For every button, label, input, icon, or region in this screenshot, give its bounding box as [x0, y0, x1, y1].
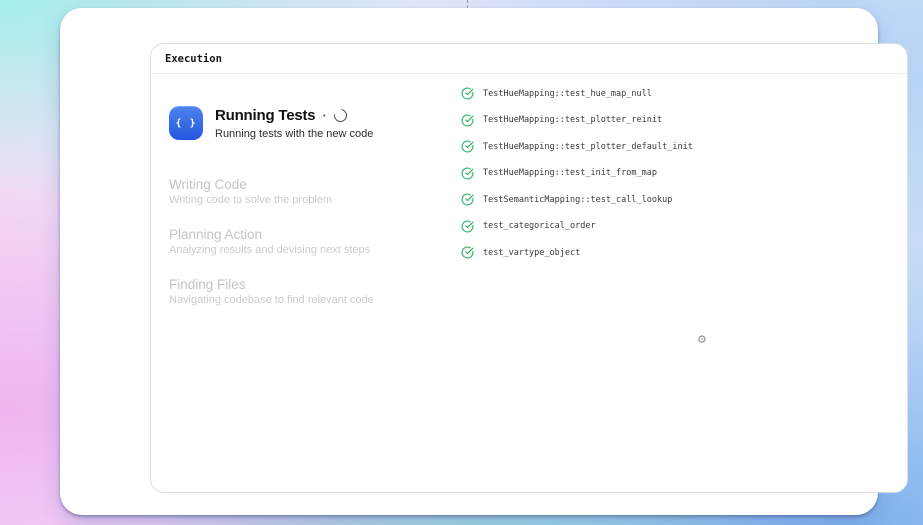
step-finding-files: Finding Files Navigating codebase to fin…	[169, 277, 461, 308]
step-writing-code: Writing Code Writing code to solve the p…	[169, 177, 461, 208]
test-name: TestHueMapping::test_plotter_default_ini…	[483, 142, 693, 152]
app-window: Execution { } Running Tests · Running te…	[60, 8, 878, 515]
step-planning-action: Planning Action Analyzing results and de…	[169, 227, 461, 258]
braces-icon: { }	[169, 106, 203, 140]
desktop-background: Execution { } Running Tests · Running te…	[0, 0, 923, 525]
check-circle-icon	[461, 167, 474, 180]
step-description: Navigating codebase to find relevant cod…	[169, 293, 461, 308]
execution-panel: Execution { } Running Tests · Running te…	[150, 43, 908, 493]
active-step-title: Running Tests	[215, 107, 315, 124]
test-name: TestSemanticMapping::test_call_lookup	[483, 195, 672, 205]
test-row: TestSemanticMapping::test_call_lookup	[461, 193, 891, 207]
panel-title: Execution	[151, 44, 907, 74]
active-step-description: Running tests with the new code	[215, 128, 373, 140]
test-name: TestHueMapping::test_hue_map_null	[483, 89, 652, 99]
test-row: test_categorical_order	[461, 220, 891, 234]
check-circle-icon	[461, 114, 474, 127]
test-row: TestHueMapping::test_plotter_reinit	[461, 114, 891, 128]
active-step-text: Running Tests · Running tests with the n…	[215, 106, 373, 140]
test-row: test_vartype_object	[461, 246, 891, 260]
step-title: Planning Action	[169, 227, 461, 243]
gear-cursor-icon: ⚙	[697, 333, 707, 346]
steps-column: { } Running Tests · Running tests with t…	[169, 106, 461, 327]
test-name: test_categorical_order	[483, 221, 596, 231]
step-title: Finding Files	[169, 277, 461, 293]
check-circle-icon	[461, 87, 474, 100]
test-name: test_vartype_object	[483, 248, 580, 258]
active-step-running-tests: { } Running Tests · Running tests with t…	[169, 106, 461, 140]
title-separator-dot: ·	[322, 108, 326, 123]
step-title: Writing Code	[169, 177, 461, 193]
check-circle-icon	[461, 193, 474, 206]
check-circle-icon	[461, 140, 474, 153]
step-description: Analyzing results and devising next step…	[169, 243, 461, 258]
check-circle-icon	[461, 220, 474, 233]
test-row: TestHueMapping::test_plotter_default_ini…	[461, 140, 891, 154]
step-description: Writing code to solve the problem	[169, 193, 461, 208]
test-name: TestHueMapping::test_plotter_reinit	[483, 115, 662, 125]
spinner-icon	[331, 106, 349, 124]
test-row: TestHueMapping::test_hue_map_null	[461, 87, 891, 101]
test-name: TestHueMapping::test_init_from_map	[483, 168, 657, 178]
test-results-list: TestHueMapping::test_hue_map_null TestHu…	[461, 87, 891, 273]
test-row: TestHueMapping::test_init_from_map	[461, 167, 891, 181]
check-circle-icon	[461, 246, 474, 259]
pending-steps-list: Writing Code Writing code to solve the p…	[169, 177, 461, 308]
